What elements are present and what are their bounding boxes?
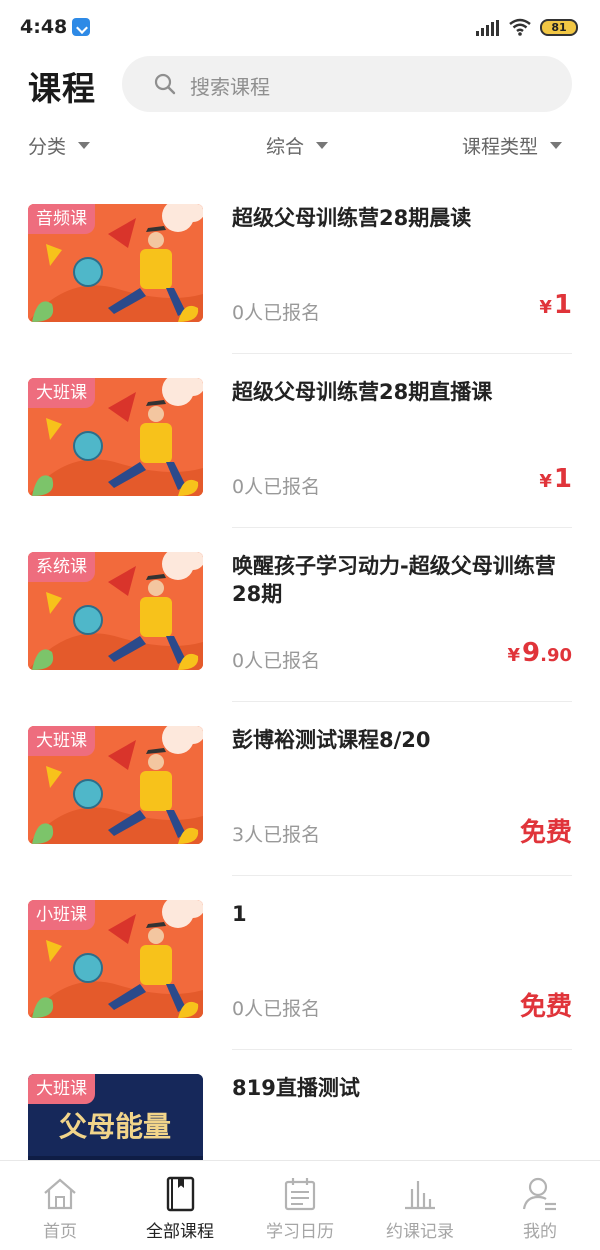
course-enrolled-count: 0人已报名 (232, 302, 321, 324)
caret-down-icon (316, 141, 329, 149)
caret-down-icon (78, 141, 91, 149)
tab-all-courses[interactable]: 全部课程 (120, 1161, 240, 1250)
filter-sort-label: 综合 (266, 135, 305, 158)
tab-booking-records[interactable]: 约课记录 (360, 1161, 480, 1250)
filter-sort-dropdown[interactable]: 综合 (266, 130, 329, 160)
tab-study-calendar[interactable]: 学习日历 (240, 1161, 360, 1250)
tab-label: 我的 (523, 1222, 557, 1242)
course-thumbnail: 系统课 (28, 552, 203, 670)
bar-chart-icon (405, 1181, 435, 1210)
course-type-tag: 大班课 (28, 1074, 95, 1104)
price-main: 1 (553, 290, 572, 320)
price-main: 免费 (519, 992, 572, 1022)
price-currency: ¥ (507, 645, 521, 666)
course-thumbnail: 父母能量 大班课 (28, 1074, 203, 1160)
course-price: ¥9.90 (507, 638, 572, 668)
filter-category-label: 分类 (28, 135, 67, 158)
caret-down-icon (550, 141, 563, 149)
signal-icon (476, 20, 500, 36)
course-price: 免费 (518, 812, 572, 849)
book-icon (166, 1176, 195, 1212)
user-icon (522, 1177, 556, 1211)
filter-type-label: 课程类型 (462, 135, 539, 158)
course-thumbnail: 音频课 (28, 204, 203, 322)
course-enrolled-count: 0人已报名 (232, 650, 321, 672)
course-type-tag: 小班课 (28, 900, 95, 930)
course-item[interactable]: 大班课 超级父母训练营28期直播课 0人已报名 ¥1 (0, 354, 600, 528)
price-currency: ¥ (539, 297, 552, 318)
course-title: 超级父母训练营28期直播课 (232, 380, 493, 404)
wifi-icon (509, 18, 531, 36)
course-item[interactable]: 系统课 唤醒孩子学习动力-超级父母训练营28期 0人已报名 ¥9.90 (0, 528, 600, 702)
course-enrolled-count: 3人已报名 (232, 824, 321, 846)
price-currency: ¥ (539, 471, 552, 492)
course-thumbnail: 大班课 (28, 726, 203, 844)
price-main: 免费 (519, 818, 572, 848)
tab-home[interactable]: 首页 (0, 1161, 120, 1250)
filter-type-dropdown[interactable]: 课程类型 (462, 130, 563, 160)
course-price: 免费 (518, 986, 572, 1023)
search-icon (154, 73, 176, 95)
calendar-icon (284, 1178, 316, 1211)
course-title: 唤醒孩子学习动力-超级父母训练营28期 (232, 554, 556, 606)
course-price: ¥1 (539, 464, 572, 494)
price-main: 1 (553, 464, 572, 494)
home-icon (44, 1178, 76, 1210)
course-type-tag: 大班课 (28, 378, 95, 408)
course-list[interactable]: 音频课 超级父母训练营28期晨读 0人已报名 ¥1 大班课 超级父母训练营28期… (0, 180, 600, 1160)
course-title: 819直播测试 (232, 1076, 360, 1100)
course-title: 彭博裕测试课程8/20 (232, 728, 431, 752)
course-title: 超级父母训练营28期晨读 (232, 206, 472, 230)
course-enrolled-count: 0人已报名 (232, 998, 321, 1020)
course-type-tag: 音频课 (28, 204, 95, 234)
course-item[interactable]: 大班课 彭博裕测试课程8/20 3人已报名 免费 (0, 702, 600, 876)
search-placeholder: 搜索课程 (190, 75, 270, 99)
course-type-tag: 系统课 (28, 552, 95, 582)
course-type-tag: 大班课 (28, 726, 95, 756)
battery-icon: 81 (540, 19, 578, 36)
tab-label: 首页 (43, 1222, 77, 1242)
status-bar: 4:48 81 (0, 0, 600, 56)
page-title: 课程 (28, 69, 96, 108)
course-enrolled-count: 0人已报名 (232, 476, 321, 498)
status-time: 4:48 (20, 16, 68, 38)
course-item[interactable]: 父母能量 大班课 819直播测试 (0, 1050, 600, 1160)
course-title: 1 (232, 902, 247, 926)
tab-label: 全部课程 (146, 1222, 214, 1242)
course-thumbnail: 大班课 (28, 378, 203, 496)
course-price: ¥1 (539, 290, 572, 320)
price-cents: .90 (540, 645, 572, 666)
course-item[interactable]: 音频课 超级父母训练营28期晨读 0人已报名 ¥1 (0, 180, 600, 354)
course-thumbnail: 小班课 (28, 900, 203, 1018)
app-notification-icon (72, 18, 90, 36)
tab-mine[interactable]: 我的 (480, 1161, 600, 1250)
filter-category-dropdown[interactable]: 分类 (28, 130, 91, 160)
search-input[interactable]: 搜索课程 (122, 56, 572, 112)
tab-label: 学习日历 (266, 1222, 334, 1242)
price-main: 9 (522, 638, 541, 668)
bottom-tab-bar: 首页 全部课程 学习日历 约课记录 我的 (0, 1160, 600, 1250)
tab-label: 约课记录 (386, 1222, 454, 1242)
banner-title: 父母能量 (59, 1110, 171, 1143)
course-item[interactable]: 小班课 1 0人已报名 免费 (0, 876, 600, 1050)
